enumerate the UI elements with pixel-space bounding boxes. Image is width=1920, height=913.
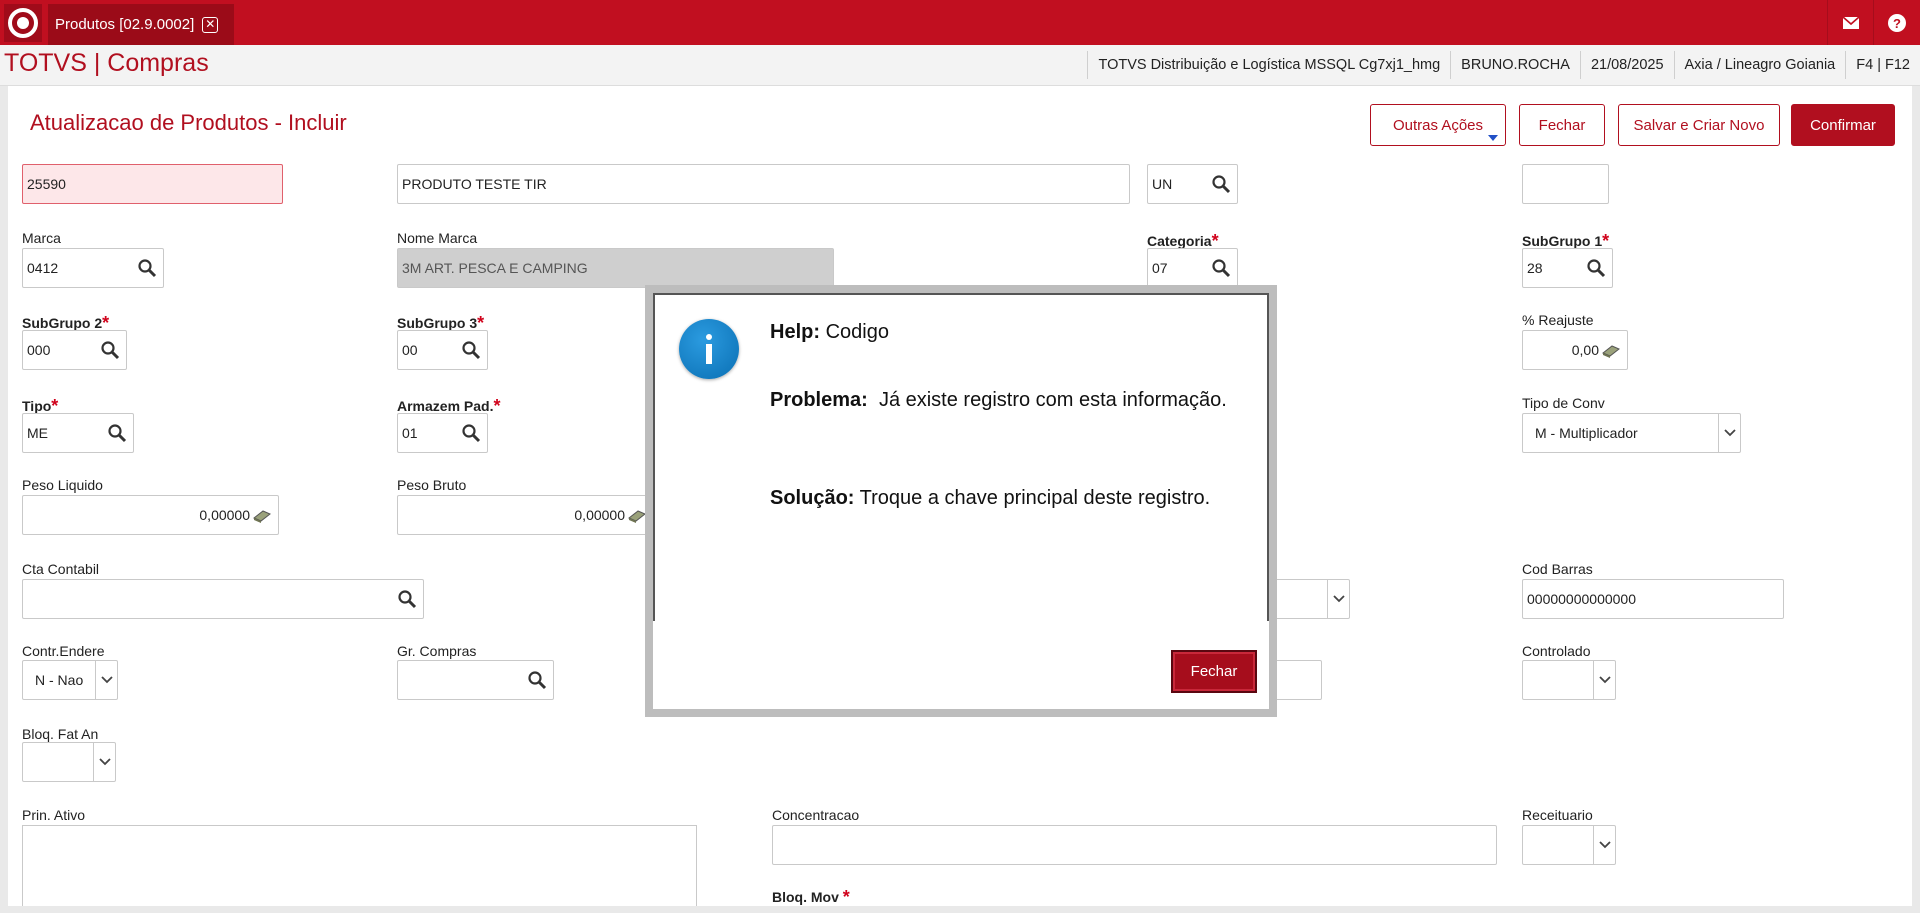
problema-text: Já existe registro com esta informação.: [878, 389, 1227, 411]
solucao-text: Troque a chave principal deste registro.: [859, 487, 1211, 509]
solucao-label: Solução:: [770, 487, 855, 509]
help-text: Codigo: [825, 321, 889, 343]
dialog-close-label: Fechar: [1190, 663, 1238, 680]
dialog-body: Help: Codigo Problema: Já existe registr…: [653, 293, 1269, 709]
dialog-close-button[interactable]: Fechar: [1171, 650, 1257, 693]
solucao-line: Solução: Troque a chave principal deste …: [770, 487, 1210, 510]
help-label: Help:: [770, 321, 820, 343]
dialog-footer: Fechar: [653, 621, 1269, 709]
help-dialog: Help: Codigo Problema: Já existe registr…: [645, 285, 1277, 717]
problema-line: Problema: Já existe registro com esta in…: [770, 389, 1227, 412]
modal-overlay: Help: Codigo Problema: Já existe registr…: [0, 0, 1920, 913]
problema-label: Problema:: [770, 389, 868, 411]
help-line: Help: Codigo: [770, 321, 889, 344]
info-icon: [679, 319, 739, 379]
